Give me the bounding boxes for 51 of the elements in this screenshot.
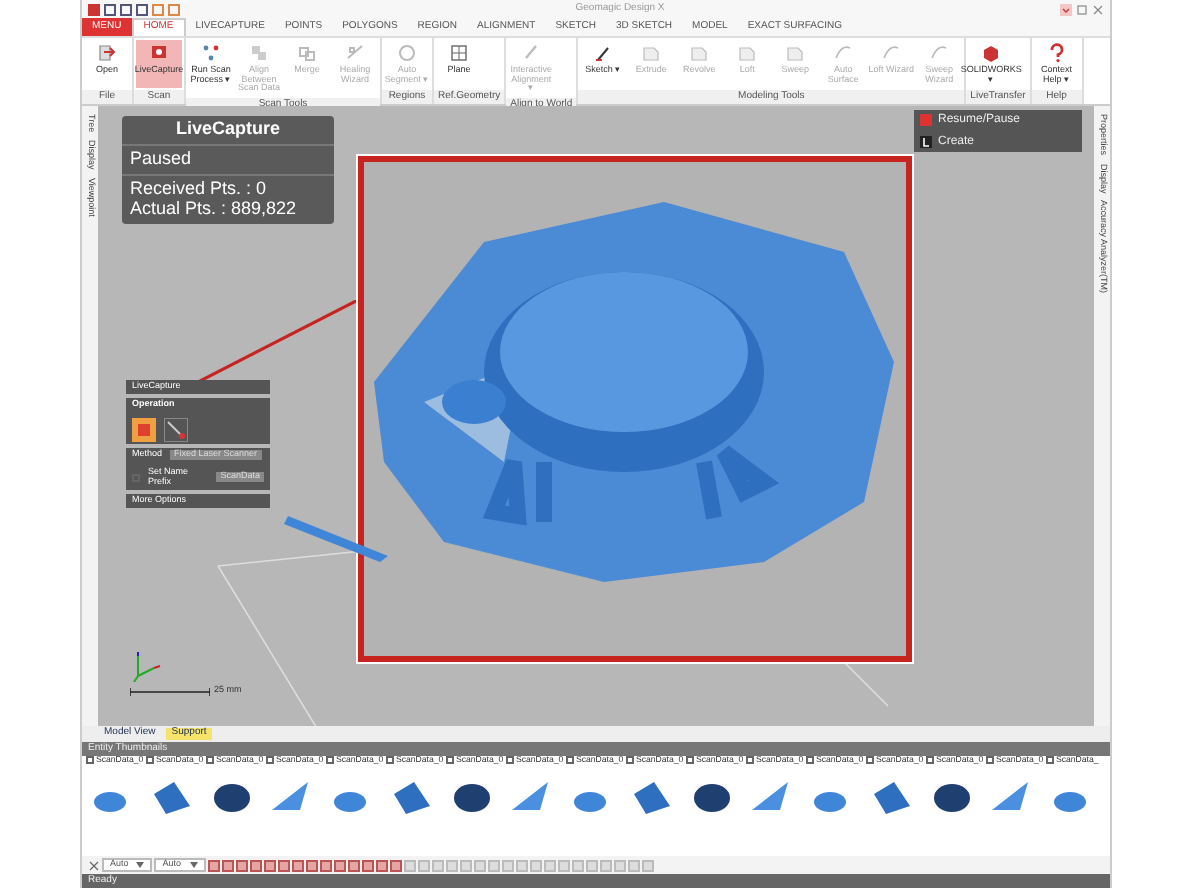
thumbnail-checkbox[interactable] [926,756,934,765]
thumbnail-checkbox[interactable] [506,756,514,765]
thumbnail-checkbox[interactable] [746,756,754,765]
thumbnail-checkbox[interactable] [206,756,214,765]
thumbnail-checkbox[interactable] [86,756,94,765]
received-points-text: Received Pts. : 0 [130,179,269,200]
curve-icon [880,42,903,64]
minimize-icon[interactable] [1060,3,1072,15]
maximize-icon[interactable] [1076,3,1088,15]
cube-icon [980,42,1003,64]
open-file-icon [96,42,118,64]
app-logo-icon [88,3,100,15]
pencil-icon [592,42,615,64]
stop-square-icon [920,114,932,127]
fit-view-icon[interactable] [88,859,100,871]
thumbnail-checkbox[interactable] [326,756,334,765]
thumbnail-checkbox[interactable] [386,756,394,765]
solid-shape-icon [736,42,759,64]
slash-icon [520,42,543,64]
caret-icon [136,862,145,868]
thumbnail-checkbox[interactable] [446,756,454,765]
scale-bar-icon [130,688,210,696]
solid-shape-icon [784,42,807,64]
thumbnail-checkbox[interactable] [1046,756,1054,765]
grid-square-icon [448,42,470,64]
laser-mode-icon[interactable] [164,417,188,442]
capture-mode-icon[interactable] [132,417,156,442]
thumbnail-checkbox[interactable] [866,756,874,765]
thumbnail-checkbox[interactable] [566,756,574,765]
solid-shape-icon [688,42,711,64]
solid-shape-icon [640,42,663,64]
overlap-squares-icon [296,42,318,64]
thumbnail-checkbox[interactable] [146,756,154,765]
curve-icon [928,42,951,64]
caret-icon [189,862,198,868]
thumbnail-checkbox[interactable] [806,756,814,765]
curve-icon [832,42,855,64]
camera-icon [148,42,170,64]
thumbnail-checkbox[interactable] [986,756,994,765]
thumbnail-checkbox[interactable] [626,756,634,765]
actual-points-text: Actual Pts. : 889,822 [130,199,299,220]
dots-icon [200,42,222,64]
close-icon[interactable] [1092,3,1104,15]
panel-title: LiveCapture [122,116,334,146]
thumbnail-checkbox[interactable] [686,756,694,765]
letter-l-icon [920,135,932,148]
question-mark-icon [1045,42,1068,64]
status-text: Paused [122,145,334,176]
thumbnail-checkbox[interactable] [266,756,274,765]
circle-icon [396,42,418,64]
wand-icon [344,42,366,64]
